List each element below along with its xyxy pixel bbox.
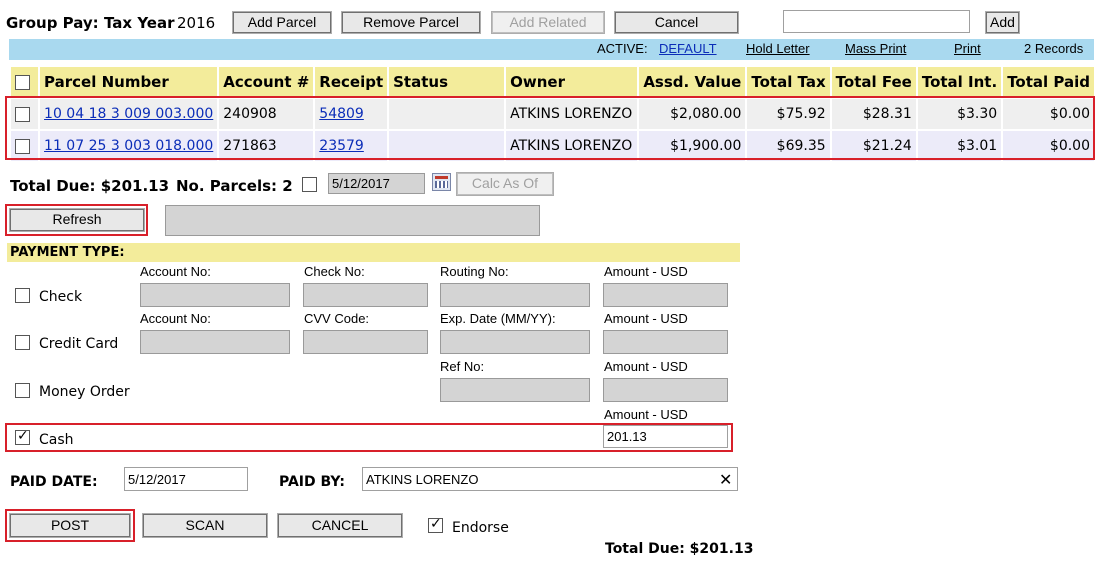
add-parcel-button[interactable]: Add Parcel (232, 11, 332, 34)
col-total-paid[interactable]: Total Paid (1003, 67, 1094, 97)
paid-by-label: PAID BY: (279, 474, 345, 490)
tax-year-value: 2016 (177, 14, 216, 32)
check-amount-input[interactable] (603, 283, 728, 307)
check-label: Check (39, 289, 83, 305)
mass-print-link[interactable]: Mass Print (845, 41, 906, 56)
mo-amount-input[interactable] (603, 378, 728, 402)
exp-date-input[interactable] (440, 330, 590, 354)
check-account-input[interactable] (140, 283, 290, 307)
calc-date-input[interactable] (328, 173, 425, 194)
calendar-icon[interactable] (432, 173, 451, 191)
group-pay-label: Group Pay: (6, 14, 99, 32)
routing-number-label: Routing No: (440, 264, 509, 279)
refresh-highlight (5, 204, 148, 236)
credit-card-checkbox[interactable] (15, 335, 30, 350)
check-account-label: Account No: (140, 264, 211, 279)
endorse-checkbox[interactable]: ✓ (428, 516, 443, 533)
paid-date-input[interactable] (124, 467, 248, 491)
col-status[interactable]: Status (389, 67, 505, 97)
col-assd-value[interactable]: Assd. Value (639, 67, 746, 97)
cash-highlight (5, 423, 733, 452)
paid-by-input[interactable] (362, 467, 738, 491)
mo-amount-label: Amount - USD (604, 359, 688, 374)
check-number-label: Check No: (304, 264, 365, 279)
check-amount-label: Amount - USD (604, 264, 688, 279)
col-owner[interactable]: Owner (506, 67, 638, 97)
money-order-label: Money Order (39, 384, 130, 400)
clear-icon[interactable]: ✕ (719, 470, 732, 489)
active-label: ACTIVE: (597, 41, 648, 56)
cc-amount-label: Amount - USD (604, 311, 688, 326)
check-checkbox[interactable] (15, 288, 30, 303)
cancel-payment-button[interactable]: CANCEL (277, 513, 403, 538)
col-account[interactable]: Account # (219, 67, 314, 97)
col-parcel-number[interactable]: Parcel Number (40, 67, 218, 97)
records-count: 2 Records (1024, 41, 1084, 56)
col-total-tax[interactable]: Total Tax (747, 67, 830, 97)
cc-account-label: Account No: (140, 311, 211, 326)
credit-card-label: Credit Card (39, 336, 119, 352)
col-total-int[interactable]: Total Int. (917, 67, 1002, 97)
cvv-input[interactable] (303, 330, 428, 354)
cc-account-input[interactable] (140, 330, 290, 354)
cc-amount-input[interactable] (603, 330, 728, 354)
col-total-fee[interactable]: Total Fee (831, 67, 916, 97)
rows-highlight (5, 96, 1095, 160)
checkmark-icon: ✓ (430, 516, 442, 532)
search-input[interactable] (783, 10, 970, 33)
remove-parcel-button[interactable]: Remove Parcel (341, 11, 481, 34)
add-related-button[interactable]: Add Related (491, 11, 605, 34)
add-button[interactable]: Add (985, 11, 1020, 34)
post-highlight (5, 509, 135, 542)
ref-no-label: Ref No: (440, 359, 485, 374)
status-message-field (165, 205, 540, 236)
scan-button[interactable]: SCAN (142, 513, 268, 538)
calc-as-of-checkbox[interactable] (302, 177, 317, 192)
cash-amount-label: Amount - USD (604, 407, 688, 422)
paid-date-label: PAID DATE: (10, 474, 98, 490)
total-due-bottom: Total Due: $201.13 (605, 541, 754, 557)
total-due-top: Total Due: $201.13 (10, 177, 170, 195)
tax-year-label: Tax Year (104, 14, 175, 32)
routing-number-input[interactable] (440, 283, 590, 307)
money-order-checkbox[interactable] (15, 383, 30, 398)
exp-date-label: Exp. Date (MM/YY): (440, 311, 556, 326)
endorse-label: Endorse (452, 520, 509, 536)
check-number-input[interactable] (303, 283, 428, 307)
select-all-header (11, 67, 39, 97)
select-all-checkbox[interactable] (15, 75, 30, 90)
payment-type-title: PAYMENT TYPE: (10, 245, 125, 260)
print-link[interactable]: Print (954, 41, 981, 56)
hold-letter-link[interactable]: Hold Letter (746, 41, 810, 56)
ref-no-input[interactable] (440, 378, 590, 402)
active-default-link[interactable]: DEFAULT (659, 41, 717, 56)
cancel-button[interactable]: Cancel (614, 11, 739, 34)
status-bar (9, 39, 1094, 60)
col-receipt[interactable]: Receipt (315, 67, 388, 97)
no-parcels: No. Parcels: 2 (176, 177, 293, 195)
cvv-label: CVV Code: (304, 311, 370, 326)
calc-as-of-button[interactable]: Calc As Of (456, 172, 554, 196)
